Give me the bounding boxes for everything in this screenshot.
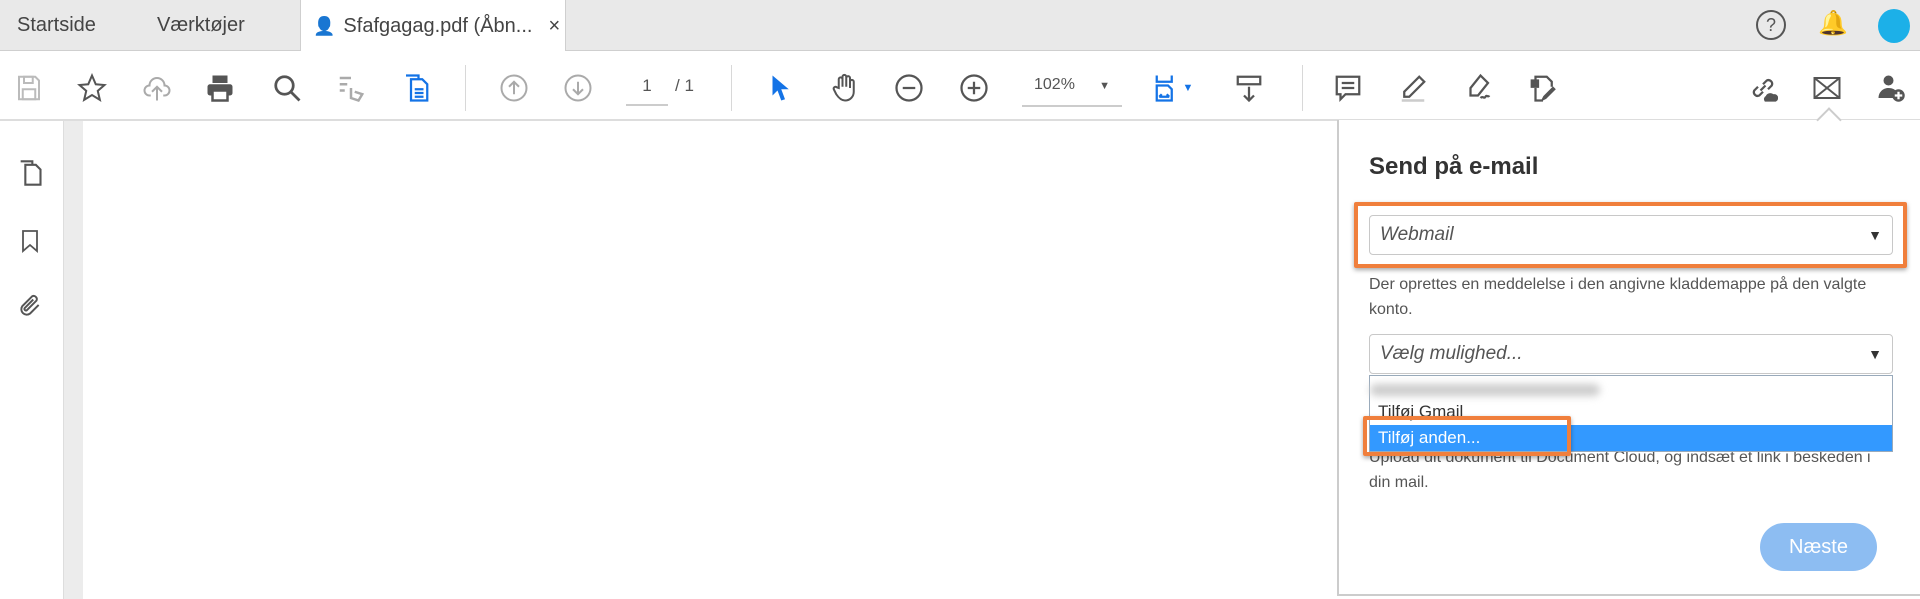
save-icon[interactable]: [12, 71, 46, 105]
panel-title: Send på e-mail: [1369, 153, 1539, 180]
document-canvas[interactable]: [83, 121, 1337, 599]
chevron-down-icon: ▼: [1868, 346, 1882, 362]
edit-document-icon[interactable]: [1526, 71, 1560, 105]
next-button[interactable]: Næste: [1760, 523, 1877, 571]
zoom-out-icon[interactable]: [892, 71, 926, 105]
read-mode-icon[interactable]: [334, 71, 368, 105]
highlight-box: [1363, 416, 1571, 456]
sign-icon[interactable]: [1461, 71, 1495, 105]
print-icon[interactable]: [203, 71, 237, 105]
zoom-in-icon[interactable]: [957, 71, 991, 105]
document-pages-icon[interactable]: [399, 71, 433, 105]
next-page-icon[interactable]: [561, 71, 595, 105]
document-scroll-gutter: [64, 121, 83, 599]
cloud-upload-icon[interactable]: [140, 71, 174, 105]
hand-tool-icon[interactable]: [828, 71, 862, 105]
description-text: Der oprettes en meddelelse i den angivne…: [1369, 276, 1867, 318]
page-total: / 1: [675, 76, 694, 95]
attachment-icon[interactable]: [10, 286, 50, 326]
add-user-icon[interactable]: [1874, 71, 1908, 105]
tab-home[interactable]: Startside: [17, 0, 96, 51]
select-tool-icon[interactable]: [763, 71, 797, 105]
page-fit-icon[interactable]: ▼: [1150, 71, 1196, 105]
page-number-input[interactable]: 1: [626, 76, 668, 106]
tab-document-label: Sfafgagag.pdf (Åbn...: [343, 14, 533, 37]
help-icon[interactable]: ?: [1756, 10, 1786, 40]
zoom-level-value: 102%: [1034, 76, 1075, 93]
star-icon[interactable]: [75, 71, 109, 105]
option-select[interactable]: Vælg mulighed... ▼: [1369, 334, 1893, 374]
pages-thumbnail-icon[interactable]: [10, 153, 50, 193]
bell-icon[interactable]: 🔔: [1818, 9, 1848, 38]
shared-user-icon: 👤: [313, 15, 336, 36]
chevron-down-icon: ▼: [1099, 80, 1110, 92]
tab-bar: Startside Værktøjer 👤 Sfafgagag.pdf (Åbn…: [0, 0, 1920, 52]
bookmark-icon[interactable]: [10, 221, 50, 261]
blurred-account-option[interactable]: [1370, 384, 1600, 396]
email-icon[interactable]: [1810, 71, 1844, 105]
zoom-level-select[interactable]: 102% ▼: [1022, 76, 1122, 107]
highlight-box: [1354, 202, 1907, 268]
tab-tools[interactable]: Værktøjer: [157, 0, 245, 51]
option-select-value: Vælg mulighed...: [1380, 343, 1523, 364]
left-sidebar: [0, 121, 64, 599]
comment-icon[interactable]: [1331, 71, 1365, 105]
tab-document[interactable]: 👤 Sfafgagag.pdf (Åbn... ×: [300, 0, 566, 52]
share-link-icon[interactable]: [1746, 71, 1780, 105]
scroll-mode-icon[interactable]: [1232, 71, 1266, 105]
previous-page-icon[interactable]: [497, 71, 531, 105]
highlight-icon[interactable]: [1396, 71, 1430, 105]
search-icon[interactable]: [270, 71, 304, 105]
avatar[interactable]: [1878, 9, 1910, 43]
close-tab-icon[interactable]: ×: [548, 1, 560, 52]
